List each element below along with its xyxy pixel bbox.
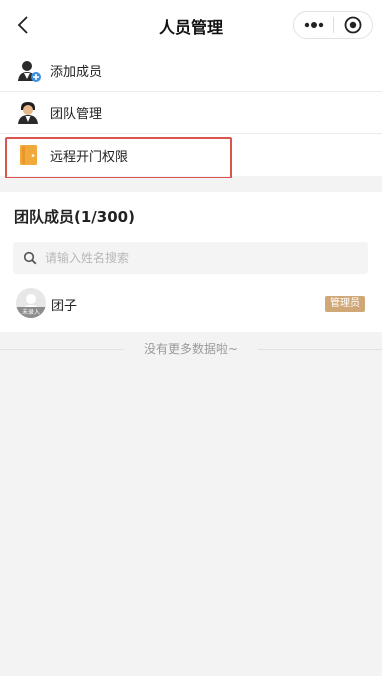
target-close-icon [344,16,362,34]
menu-item-team-manage[interactable]: 团队管理 [0,92,382,134]
nav-bar: 人员管理 [0,0,382,50]
team-manage-icon [18,102,38,124]
member-name: 团子 [51,299,78,314]
list-footer: 没有更多数据啦~ [0,332,382,676]
menu-item-add-member[interactable]: 添加成员 [0,50,382,92]
search-bar[interactable] [13,242,368,274]
highlight-box [5,137,232,179]
mini-program-capsule [293,11,373,39]
close-button[interactable] [334,12,372,38]
divider-line-right [258,349,382,350]
more-dots-icon [304,22,323,28]
member-row[interactable]: 未录入 团子 管理员 [0,284,382,324]
menu-item-label: 添加成员 [50,65,103,80]
menu-item-label: 团队管理 [50,107,103,122]
search-input[interactable] [43,250,347,266]
search-icon [23,251,37,265]
role-badge: 管理员 [325,296,365,312]
add-member-icon [18,61,41,82]
avatar-badge: 未录入 [16,307,46,318]
avatar: 未录入 [16,288,46,318]
more-button[interactable] [294,12,333,38]
section-divider [0,178,382,192]
section-title: 团队成员(1/300) [14,208,135,226]
team-members-section: 团队成员(1/300) 未录入 团子 管理员 [0,192,382,332]
